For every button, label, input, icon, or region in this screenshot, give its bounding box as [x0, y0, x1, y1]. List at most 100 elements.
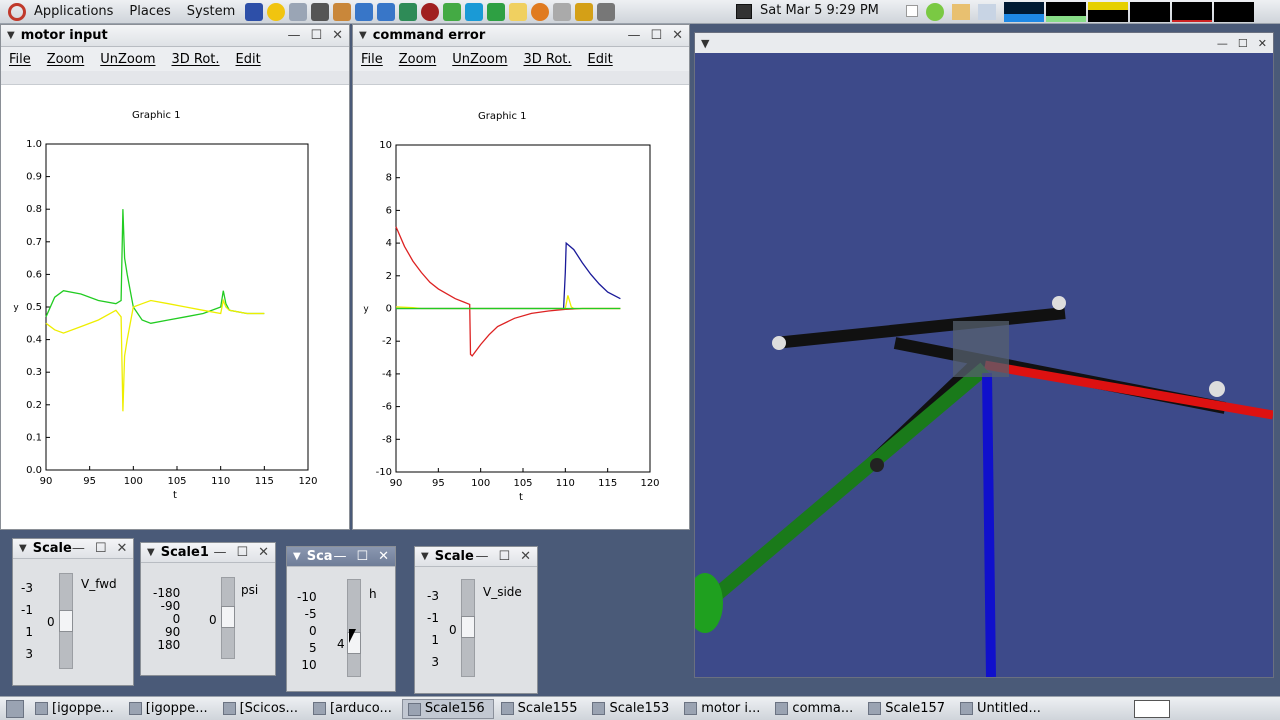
launcher-icon[interactable] [377, 2, 396, 21]
zoom-menu[interactable]: Zoom [39, 52, 92, 67]
taskbar-item[interactable]: Scale157 [863, 699, 953, 719]
taskbar-item[interactable]: [Scicos... [218, 699, 306, 719]
launcher-icon[interactable] [267, 2, 286, 21]
launcher-icon[interactable] [289, 2, 308, 21]
slider-thumb[interactable] [461, 616, 475, 638]
motor-input-titlebar[interactable]: ▼ motor input — ☐ ✕ [1, 25, 349, 47]
scale-titlebar[interactable]: ▼ Scale — ☐ ✕ [13, 539, 133, 559]
quadcopter-3d-view-window[interactable]: ▼ — ☐ ✕ [694, 32, 1274, 678]
maximize-icon[interactable]: ☐ [650, 28, 662, 43]
unzoom-menu[interactable]: UnZoom [444, 52, 515, 67]
close-icon[interactable]: ✕ [332, 28, 343, 43]
slider-thumb[interactable] [221, 606, 235, 628]
window-menu-icon[interactable]: ▼ [147, 547, 155, 558]
taskbar-item[interactable]: comma... [770, 699, 861, 719]
minimize-icon[interactable]: — [287, 28, 300, 43]
launcher-icon[interactable] [465, 2, 484, 21]
scale-titlebar[interactable]: ▼ Scale — ☐ ✕ [415, 547, 537, 567]
3d-rot-menu[interactable]: 3D Rot. [163, 52, 227, 67]
close-icon[interactable]: ✕ [520, 549, 531, 564]
window-menu-icon[interactable]: ▼ [421, 551, 429, 562]
3d-view-titlebar[interactable]: ▼ — ☐ ✕ [695, 33, 1273, 53]
maximize-icon[interactable]: ☐ [95, 541, 107, 556]
taskbar-item[interactable]: [arduco... [308, 699, 400, 719]
show-desktop-icon[interactable] [6, 699, 24, 718]
minimize-icon[interactable]: — [1217, 37, 1228, 50]
scale-titlebar[interactable]: ▼ Scale1 — ☐ ✕ [141, 543, 275, 563]
taskbar-item[interactable]: [igoppe... [124, 699, 216, 719]
launcher-icon[interactable] [311, 2, 330, 21]
launcher-icon[interactable] [531, 2, 550, 21]
unzoom-menu[interactable]: UnZoom [92, 52, 163, 67]
minimize-icon[interactable]: — [475, 549, 488, 564]
maximize-icon[interactable]: ☐ [310, 28, 322, 43]
maximize-icon[interactable]: ☐ [498, 549, 510, 564]
launcher-icon[interactable] [355, 2, 374, 21]
slider-track[interactable] [347, 579, 361, 677]
taskbar-item[interactable]: [igoppe... [30, 699, 122, 719]
applications-menu[interactable]: Applications [26, 4, 121, 19]
clock[interactable]: Sat Mar 5 9:29 PM [760, 3, 879, 18]
system-monitor-cpu[interactable] [1004, 2, 1044, 22]
places-menu[interactable]: Places [121, 4, 178, 19]
close-icon[interactable]: ✕ [258, 545, 269, 560]
window-menu-icon[interactable]: ▼ [7, 30, 15, 41]
tray-icon[interactable] [952, 4, 970, 20]
tray-icon[interactable] [978, 4, 996, 20]
launcher-icon[interactable] [399, 2, 418, 21]
tray-icon[interactable] [906, 5, 918, 17]
system-monitor-net[interactable] [1088, 2, 1128, 22]
maximize-icon[interactable]: ☐ [236, 545, 248, 560]
launcher-icon[interactable] [487, 2, 506, 21]
quadcopter-3d-scene[interactable] [695, 53, 1273, 677]
distro-logo-icon[interactable] [8, 2, 26, 21]
system-monitor-disk[interactable] [1214, 2, 1254, 22]
command-error-titlebar[interactable]: ▼ command error — ☐ ✕ [353, 25, 689, 47]
minimize-icon[interactable]: — [72, 541, 85, 556]
slider-track[interactable] [59, 573, 73, 669]
edit-menu[interactable]: Edit [580, 52, 621, 67]
window-menu-icon[interactable]: ▼ [293, 551, 301, 562]
taskbar-item[interactable]: Scale156 [401, 698, 494, 719]
launcher-icon[interactable] [245, 2, 264, 21]
file-menu[interactable]: File [353, 52, 391, 67]
taskbar-item[interactable]: Scale153 [587, 699, 677, 719]
maximize-icon[interactable]: ☐ [1238, 37, 1248, 50]
scale-titlebar[interactable]: ▼ Sca — ☐ ✕ [287, 547, 395, 567]
launcher-icon[interactable] [421, 2, 440, 21]
window-icon [35, 701, 48, 715]
3d-rot-menu[interactable]: 3D Rot. [515, 52, 579, 67]
launcher-icon[interactable] [597, 2, 616, 21]
taskbar-item[interactable]: Untitled... [955, 699, 1049, 719]
workspace-switcher[interactable] [1134, 700, 1170, 718]
window-menu-icon[interactable]: ▼ [19, 543, 27, 554]
window-menu-icon[interactable]: ▼ [701, 37, 709, 50]
system-monitor-mem[interactable] [1046, 2, 1086, 22]
slider-track[interactable] [221, 577, 235, 659]
taskbar-item[interactable]: motor i... [679, 699, 768, 719]
launcher-icon[interactable] [553, 2, 572, 21]
launcher-icon[interactable] [509, 2, 528, 21]
maximize-icon[interactable]: ☐ [356, 549, 368, 564]
minimize-icon[interactable]: — [333, 549, 346, 564]
close-icon[interactable]: ✕ [116, 541, 127, 556]
taskbar-item[interactable]: Scale155 [496, 699, 586, 719]
edit-menu[interactable]: Edit [228, 52, 269, 67]
file-menu[interactable]: File [1, 52, 39, 67]
system-monitor-load[interactable] [1172, 2, 1212, 22]
slider-thumb[interactable] [59, 610, 73, 632]
zoom-menu[interactable]: Zoom [391, 52, 444, 67]
launcher-icon[interactable] [443, 2, 462, 21]
close-icon[interactable]: ✕ [1258, 37, 1267, 50]
slider-track[interactable] [461, 579, 475, 677]
system-menu[interactable]: System [179, 4, 243, 19]
tray-icon[interactable] [926, 3, 944, 21]
launcher-icon[interactable] [575, 2, 594, 21]
close-icon[interactable]: ✕ [672, 28, 683, 43]
minimize-icon[interactable]: — [213, 545, 226, 560]
minimize-icon[interactable]: — [627, 28, 640, 43]
window-menu-icon[interactable]: ▼ [359, 30, 367, 41]
close-icon[interactable]: ✕ [378, 549, 389, 564]
launcher-icon[interactable] [333, 2, 352, 21]
system-monitor-swap[interactable] [1130, 2, 1170, 22]
